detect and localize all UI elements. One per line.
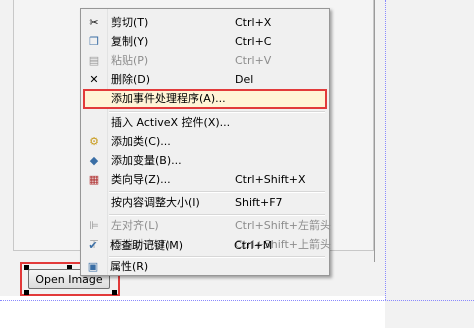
layout-guide-horizontal [0, 300, 474, 301]
menu-item-check-mnemonics[interactable]: ✔ 检查助记键(M) Ctrl+M [82, 236, 326, 256]
add-variable-icon: ◆ [89, 154, 99, 167]
dialog-edge [374, 0, 375, 262]
class-wizard-icon: ▦ [88, 173, 100, 186]
menu-item-add-variable[interactable]: ◆ 添加变量(B)... [83, 151, 327, 171]
copy-icon: ❐ [89, 35, 99, 48]
properties-icon: ▣ [87, 260, 99, 273]
menu-item-cut[interactable]: ✂ 剪切(T) Ctrl+X [83, 13, 327, 33]
layout-guide-vertical [385, 0, 386, 300]
menu-item-size-to-content[interactable]: 按内容调整大小(I) Shift+F7 [83, 193, 327, 213]
menu-item-paste[interactable]: ▤ 粘贴(P) Ctrl+V [83, 51, 327, 71]
menu-item-add-event-handler[interactable]: 添加事件处理程序(A)... [83, 89, 327, 109]
resize-handle[interactable] [112, 290, 117, 295]
menu-item-add-class[interactable]: ⚙ 添加类(C)... [83, 132, 327, 152]
menu-item-copy[interactable]: ❐ 复制(Y) Ctrl+C [83, 32, 327, 52]
delete-icon: ✕ [89, 73, 99, 86]
menu-item-insert-activex[interactable]: 插入 ActiveX 控件(X)... [83, 113, 327, 133]
scissors-icon: ✂ [89, 16, 99, 29]
menu-item-delete[interactable]: ✕ 删除(D) Del [83, 70, 327, 90]
menu-item-align-left[interactable]: ⊫ 左对齐(L) Ctrl+Shift+左箭头 [83, 216, 331, 236]
paste-icon: ▤ [88, 54, 100, 67]
resize-handle[interactable] [24, 290, 29, 295]
add-class-icon: ⚙ [89, 135, 99, 148]
menu-item-class-wizard[interactable]: ▦ 类向导(Z)... Ctrl+Shift+X [83, 170, 327, 190]
menu-item-properties[interactable]: ▣ 属性(R) [82, 257, 326, 277]
check-mnemonic-icon: ✔ [88, 239, 98, 252]
align-left-icon: ⊫ [89, 219, 99, 232]
